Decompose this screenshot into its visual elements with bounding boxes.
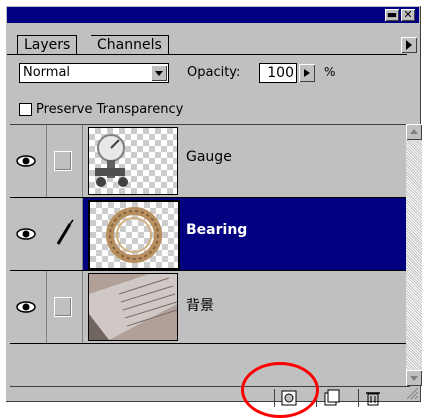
tab-divider: [7, 54, 407, 55]
blend-mode-value: Normal: [23, 65, 71, 80]
layer-name: Bearing: [186, 222, 248, 238]
add-layer-mask-icon: [281, 390, 297, 406]
scroll-track[interactable]: [406, 140, 422, 370]
tab-channels[interactable]: Channels: [91, 35, 169, 54]
triangle-up-icon: [410, 129, 418, 134]
opacity-slider-button[interactable]: [299, 64, 315, 82]
tab-layers[interactable]: Layers: [17, 35, 78, 54]
minimize-button[interactable]: ▬: [385, 9, 399, 21]
empty-link-slot: [54, 151, 72, 171]
opacity-input[interactable]: 100: [259, 63, 297, 83]
layer-row[interactable]: 背景: [10, 271, 410, 344]
resize-grip-icon[interactable]: [405, 386, 419, 400]
visibility-toggle[interactable]: [10, 125, 47, 197]
triangle-down-icon: [410, 376, 418, 381]
layers-list: Gauge Bearing 背景: [10, 124, 410, 387]
close-button[interactable]: ✕: [401, 9, 415, 21]
options-row: Normal Opacity: 100 %: [19, 63, 409, 85]
layer-row[interactable]: Bearing: [10, 198, 410, 271]
new-layer-button[interactable]: [316, 389, 345, 407]
add-mask-button[interactable]: [274, 389, 303, 407]
bearing-thumbnail-image: [106, 207, 162, 263]
scroll-down-button[interactable]: [406, 370, 422, 386]
title-bar: ▬ ✕: [7, 7, 419, 23]
palette-menu-button[interactable]: [401, 37, 417, 53]
preserve-transparency-checkbox[interactable]: [19, 103, 32, 116]
trash-icon: [366, 392, 380, 406]
triangle-right-icon: [406, 40, 412, 50]
layer-thumbnail: [88, 273, 178, 341]
blend-mode-select[interactable]: Normal: [19, 63, 169, 83]
delete-layer-button[interactable]: [358, 389, 387, 407]
brush-icon: [56, 219, 74, 245]
new-layer-icon: [324, 389, 340, 406]
eye-icon: [16, 301, 36, 313]
tab-bar: Layers Channels: [7, 25, 419, 55]
visibility-toggle[interactable]: [10, 271, 47, 343]
link-toggle[interactable]: [46, 198, 83, 270]
layer-row[interactable]: Gauge: [10, 125, 410, 198]
bottom-toolbar: [10, 386, 410, 408]
layer-thumbnail: [88, 127, 178, 195]
background-thumbnail-image: [89, 274, 177, 340]
percent-label: %: [324, 65, 336, 79]
visibility-toggle[interactable]: [10, 198, 47, 270]
gauge-thumbnail-image: [95, 134, 128, 187]
eye-icon: [16, 155, 36, 167]
layer-name: Gauge: [186, 149, 232, 165]
layer-name: 背景: [186, 298, 214, 314]
layer-thumbnail: [88, 200, 180, 270]
eye-icon: [16, 228, 36, 240]
vertical-scrollbar[interactable]: [406, 124, 422, 386]
dropdown-arrow-icon[interactable]: [151, 65, 167, 81]
link-toggle[interactable]: [46, 125, 83, 197]
link-toggle[interactable]: [46, 271, 83, 343]
opacity-label: Opacity:: [187, 65, 241, 80]
empty-link-slot: [54, 297, 72, 317]
triangle-right-icon: [304, 69, 310, 77]
scroll-up-button[interactable]: [406, 124, 422, 140]
preserve-transparency-label: Preserve Transparency: [36, 102, 184, 117]
layers-palette: ▬ ✕ Layers Channels Normal Opacity: 100 …: [5, 5, 422, 407]
